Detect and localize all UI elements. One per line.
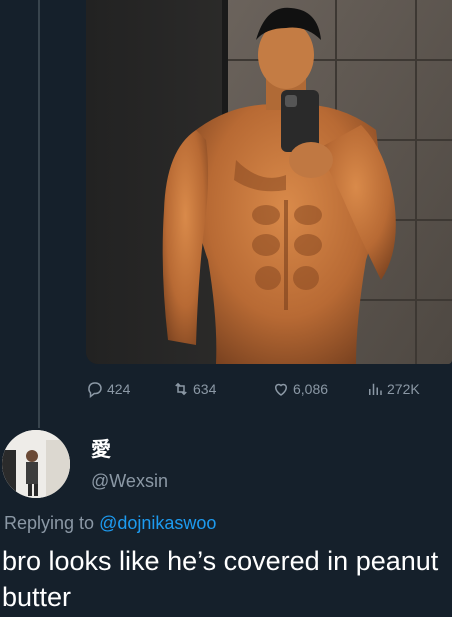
tweet-actions: 424 634 6,086 272K [86,371,452,407]
retweet-count: 634 [193,381,217,397]
reply-button[interactable]: 424 [86,380,130,398]
like-count: 6,086 [293,381,329,397]
like-icon [274,383,288,396]
reply-display-name[interactable]: 愛 [91,433,111,462]
reply-icon [88,382,102,398]
replying-to: Replying to @dojnikaswoo [4,513,216,534]
reply-text: bro looks like he’s covered in peanut bu… [2,546,439,612]
photo-illustration [86,0,452,364]
retweet-button[interactable]: 634 [172,380,216,398]
like-button[interactable]: 6,086 [272,380,328,398]
tweet-photo[interactable] [86,0,452,364]
views-button[interactable]: 272K [366,380,420,398]
thread-line [38,0,40,428]
views-icon [369,383,382,395]
reply-handle[interactable]: @Wexsin [91,471,168,492]
reply-count: 424 [107,381,131,397]
views-count: 272K [387,381,420,397]
avatar[interactable] [2,430,70,498]
retweet-icon [175,382,187,396]
replying-to-link[interactable]: @dojnikaswoo [99,513,216,533]
avatar-image [2,430,70,498]
replying-prefix: Replying to [4,513,95,533]
